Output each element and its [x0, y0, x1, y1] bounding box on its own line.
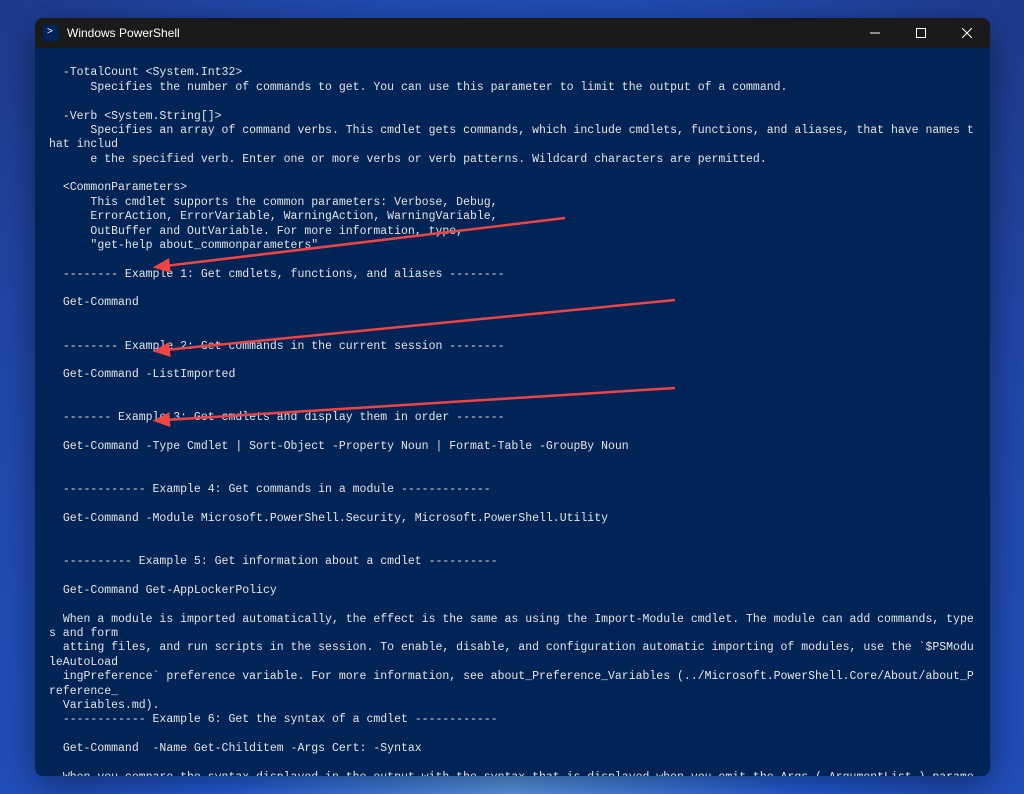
powershell-icon [43, 25, 59, 41]
terminal-line [49, 541, 976, 555]
terminal-line [49, 455, 976, 469]
terminal-line: -------- Example 1: Get cmdlets, functio… [49, 268, 976, 282]
terminal-line: ------------ Example 6: Get the syntax o… [49, 713, 976, 727]
terminal-line: e the specified verb. Enter one or more … [49, 153, 976, 167]
terminal-line [49, 383, 976, 397]
terminal-line: OutBuffer and OutVariable. For more info… [49, 225, 976, 239]
terminal-line [49, 498, 976, 512]
terminal-line: Get-Command -Module Microsoft.PowerShell… [49, 512, 976, 526]
terminal-line: Get-Command -Type Cmdlet | Sort-Object -… [49, 440, 976, 454]
terminal-line [49, 52, 976, 66]
terminal-line: <CommonParameters> [49, 181, 976, 195]
terminal-line: "get-help about_commonparameters". [49, 239, 976, 253]
window-title: Windows PowerShell [67, 26, 852, 40]
terminal-line [49, 397, 976, 411]
window-controls [852, 18, 990, 48]
terminal-output[interactable]: -TotalCount <System.Int32> Specifies the… [35, 48, 990, 776]
terminal-line: Get-Command -Name Get-Childitem -Args Ce… [49, 742, 976, 756]
terminal-line [49, 526, 976, 540]
terminal-line: When you compare the syntax displayed in… [49, 771, 976, 776]
terminal-line: -------- Example 2: Get commands in the … [49, 340, 976, 354]
maximize-button[interactable] [898, 18, 944, 48]
terminal-line [49, 354, 976, 368]
terminal-line: ingPreference` preference variable. For … [49, 670, 976, 699]
terminal-line: Specifies an array of command verbs. Thi… [49, 124, 976, 153]
terminal-line: -TotalCount <System.Int32> [49, 66, 976, 80]
terminal-line [49, 253, 976, 267]
terminal-line: When a module is imported automatically,… [49, 613, 976, 642]
terminal-line: ErrorAction, ErrorVariable, WarningActio… [49, 210, 976, 224]
terminal-line [49, 570, 976, 584]
terminal-line: This cmdlet supports the common paramete… [49, 196, 976, 210]
terminal-line: Get-Command [49, 296, 976, 310]
terminal-line [49, 95, 976, 109]
terminal-line: Variables.md). [49, 699, 976, 713]
terminal-line [49, 598, 976, 612]
minimize-button[interactable] [852, 18, 898, 48]
terminal-line [49, 426, 976, 440]
terminal-line: Specifies the number of commands to get.… [49, 81, 976, 95]
terminal-line: atting files, and run scripts in the ses… [49, 641, 976, 670]
terminal-line: Get-Command -ListImported [49, 368, 976, 382]
terminal-line: Get-Command Get-AppLockerPolicy [49, 584, 976, 598]
terminal-line: ------------ Example 4: Get commands in … [49, 483, 976, 497]
terminal-line: -Verb <System.String[]> [49, 110, 976, 124]
terminal-line [49, 311, 976, 325]
terminal-line: ------- Example 3: Get cmdlets and displ… [49, 411, 976, 425]
terminal-line [49, 469, 976, 483]
terminal-line [49, 325, 976, 339]
terminal-line [49, 167, 976, 181]
terminal-line [49, 728, 976, 742]
terminal-line: ---------- Example 5: Get information ab… [49, 555, 976, 569]
close-button[interactable] [944, 18, 990, 48]
terminal-line [49, 282, 976, 296]
powershell-window: Windows PowerShell -TotalCount <System.I… [35, 18, 990, 776]
window-titlebar[interactable]: Windows PowerShell [35, 18, 990, 48]
terminal-line [49, 756, 976, 770]
